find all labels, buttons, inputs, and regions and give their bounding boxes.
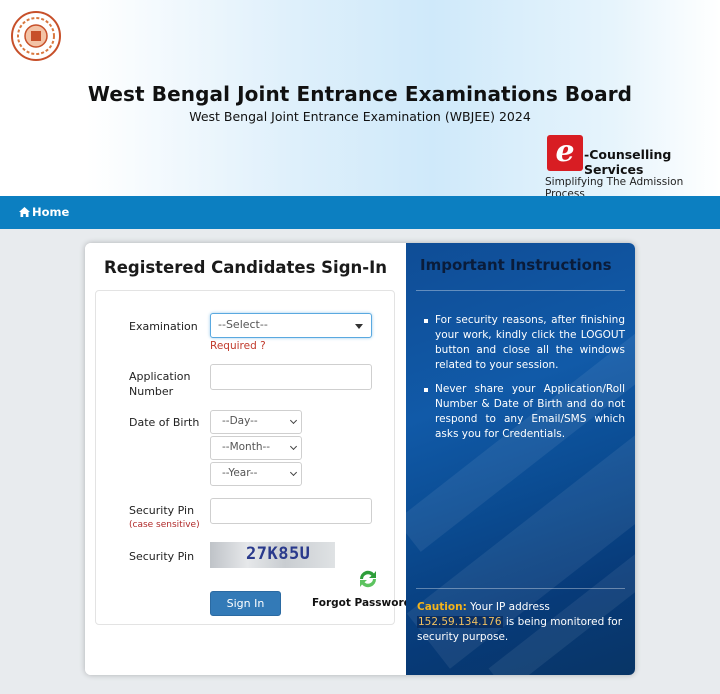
e-counselling-brand: e -Counselling Services Simplifying The … bbox=[545, 133, 720, 201]
security-pin-label: Security Pin (case sensitive) bbox=[129, 503, 200, 533]
signin-section: Registered Candidates Sign-In Examinatio… bbox=[85, 243, 421, 675]
site-header: West Bengal Joint Entrance Examinations … bbox=[0, 0, 720, 201]
dob-year-value: --Year-- bbox=[222, 467, 258, 479]
chevron-down-icon bbox=[289, 468, 298, 477]
chevron-down-icon bbox=[289, 416, 298, 425]
dob-day-select[interactable]: --Day-- bbox=[210, 410, 302, 434]
brand-name: -Counselling Services bbox=[584, 147, 672, 177]
caret-down-icon bbox=[355, 324, 363, 329]
divider bbox=[416, 588, 625, 589]
dob-year-select[interactable]: --Year-- bbox=[210, 462, 302, 486]
caution-message: Caution: Your IP address 152.59.134.176 … bbox=[417, 600, 629, 645]
signin-card: Registered Candidates Sign-In Examinatio… bbox=[85, 243, 635, 675]
date-of-birth-label: Date of Birth bbox=[129, 416, 200, 429]
security-pin-input[interactable] bbox=[210, 498, 372, 524]
case-sensitive-note: (case sensitive) bbox=[129, 520, 200, 530]
instruction-item: Never share your Application/Roll Number… bbox=[424, 382, 625, 442]
page-subtitle: West Bengal Joint Entrance Examination (… bbox=[189, 109, 531, 124]
signin-form: Examination --Select-- Required ? Applic… bbox=[95, 290, 421, 625]
nav-home-label: Home bbox=[32, 205, 70, 219]
captcha-label: Security Pin bbox=[129, 550, 195, 563]
instructions-title: Important Instructions bbox=[420, 256, 612, 274]
examination-label: Examination bbox=[129, 320, 198, 333]
captcha-text: 27K85U bbox=[246, 544, 311, 564]
instructions-list: For security reasons, after finishing yo… bbox=[424, 313, 625, 451]
ip-address: 152.59.134.176 bbox=[417, 616, 503, 628]
dob-month-value: --Month-- bbox=[222, 441, 271, 453]
divider bbox=[416, 290, 625, 291]
security-pin-label-text: Security Pin bbox=[129, 504, 195, 517]
wbjeeb-logo bbox=[0, 5, 85, 67]
examination-select-value: --Select-- bbox=[218, 318, 268, 331]
brand-logo-icon: e bbox=[547, 135, 583, 171]
refresh-captcha-icon[interactable] bbox=[356, 567, 380, 591]
caution-pre: Your IP address bbox=[470, 601, 550, 613]
dob-month-select[interactable]: --Month-- bbox=[210, 436, 302, 460]
caution-label: Caution: bbox=[417, 601, 467, 613]
application-number-label: Application Number bbox=[129, 370, 191, 398]
navbar: Home bbox=[0, 196, 720, 229]
signin-button[interactable]: Sign In bbox=[210, 591, 281, 616]
captcha-image: 27K85U bbox=[210, 542, 335, 568]
instruction-item: For security reasons, after finishing yo… bbox=[424, 313, 625, 373]
instructions-panel: Important Instructions For security reas… bbox=[406, 243, 635, 675]
forgot-password-link[interactable]: Forgot Password ? bbox=[312, 597, 421, 609]
nav-home-link[interactable]: Home bbox=[19, 205, 69, 219]
signin-title: Registered Candidates Sign-In bbox=[103, 258, 388, 277]
required-message: Required ? bbox=[210, 340, 266, 352]
page-title: West Bengal Joint Entrance Examinations … bbox=[87, 82, 633, 106]
chevron-down-icon bbox=[289, 442, 298, 451]
application-number-input[interactable] bbox=[210, 364, 372, 390]
dob-day-value: --Day-- bbox=[222, 415, 258, 427]
home-icon bbox=[19, 207, 30, 217]
examination-select[interactable]: --Select-- bbox=[210, 313, 372, 338]
